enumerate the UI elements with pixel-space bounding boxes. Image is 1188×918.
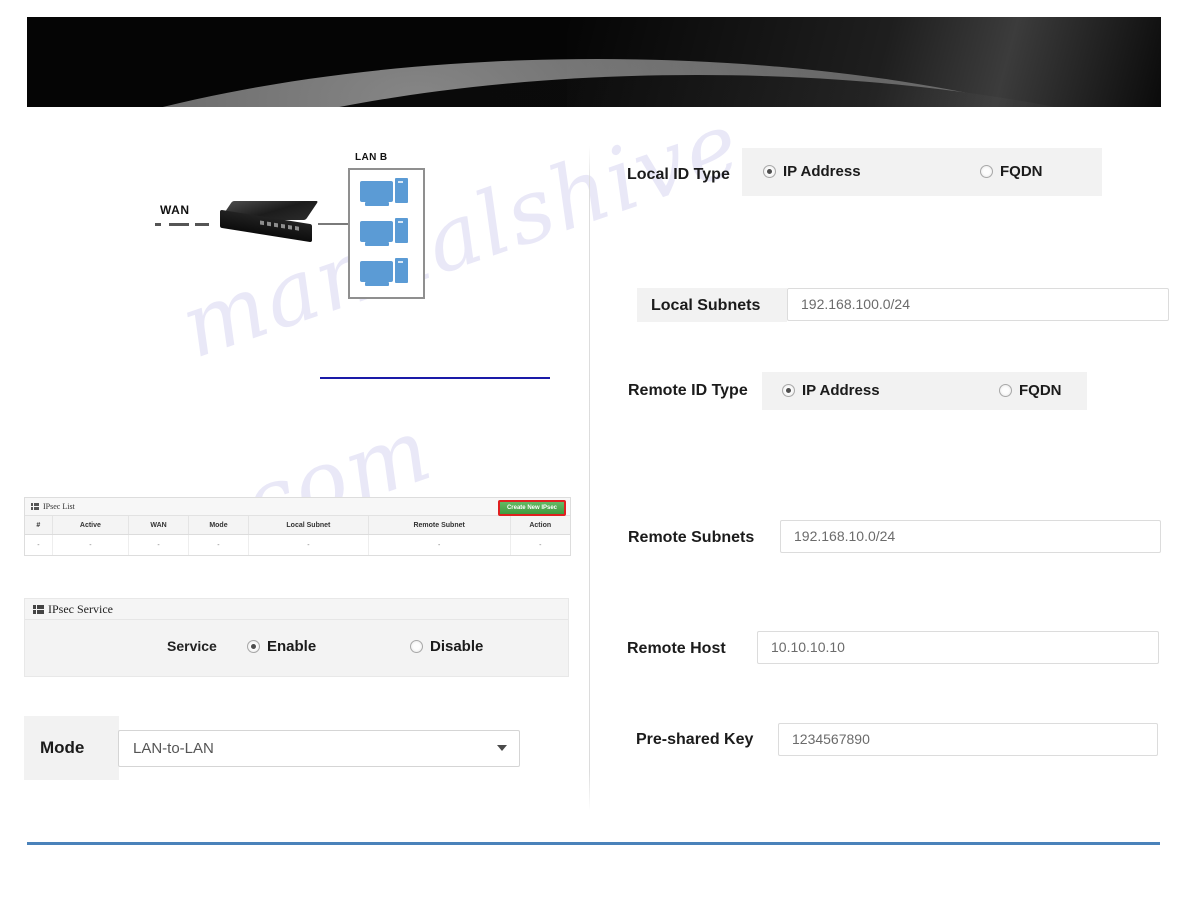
mode-selected-value: LAN-to-LAN <box>133 740 214 757</box>
grid-icon <box>33 604 44 614</box>
mode-label: Mode <box>40 738 85 757</box>
pre-shared-key-value: 1234567890 <box>792 731 870 747</box>
cell-local-subnet: - <box>248 534 369 555</box>
create-new-ipsec-button[interactable]: Create New IPsec <box>497 500 566 516</box>
page-root: manualshive .com WAN LAN B IPsec List Cr… <box>0 0 1188 918</box>
service-enable-label: Enable <box>267 638 317 655</box>
column-header-wan: WAN <box>128 516 189 535</box>
ipsec-service-title: IPsec Service <box>48 601 113 616</box>
remote-id-fqdn-label: FQDN <box>1019 382 1062 399</box>
chevron-down-icon <box>497 745 507 751</box>
service-radio-enable[interactable]: Enable <box>247 638 316 655</box>
pc-icon <box>360 258 408 290</box>
local-subnets-input[interactable]: 192.168.100.0/24 <box>787 288 1169 321</box>
service-label: Service <box>167 638 217 654</box>
remote-subnets-label: Remote Subnets <box>628 529 755 546</box>
lan-link-line <box>318 223 350 225</box>
cell-index: - <box>25 534 53 555</box>
pre-shared-key-label: Pre-shared Key <box>636 731 754 748</box>
radio-unselected-icon <box>980 165 993 178</box>
remote-host-label: Remote Host <box>627 640 726 657</box>
remote-id-ip-address-label: IP Address <box>802 382 880 399</box>
pre-shared-key-input[interactable]: 1234567890 <box>778 723 1158 756</box>
cell-remote-subnet: - <box>368 534 511 555</box>
radio-selected-icon <box>247 640 260 653</box>
mode-select[interactable]: LAN-to-LAN <box>118 730 520 767</box>
network-topology-diagram: WAN LAN B <box>150 152 570 355</box>
remote-subnets-value: 192.168.10.0/24 <box>794 528 896 544</box>
cell-wan: - <box>128 534 189 555</box>
remote-id-radio-ip-address[interactable]: IP Address <box>782 382 880 399</box>
local-id-ip-address-label: IP Address <box>783 163 861 180</box>
radio-unselected-icon <box>410 640 423 653</box>
cell-active: - <box>52 534 130 555</box>
wan-dashed-link-icon <box>155 223 213 226</box>
radio-unselected-icon <box>999 384 1012 397</box>
column-header-mode: Mode <box>188 516 249 535</box>
service-disable-label: Disable <box>430 638 484 655</box>
column-header-active: Active <box>52 516 130 535</box>
lan-b-label: LAN B <box>355 152 388 163</box>
ipsec-service-panel: IPsec Service Service Enable Disable <box>24 598 569 677</box>
ipsec-list-panel: IPsec List Create New IPsec # Active WAN… <box>24 497 571 556</box>
ipsec-list-title: IPsec List <box>43 502 75 511</box>
remote-subnets-input[interactable]: 192.168.10.0/24 <box>780 520 1161 553</box>
router-device-icon <box>219 201 319 243</box>
local-id-radio-ip-address[interactable]: IP Address <box>763 163 861 180</box>
remote-id-type-label: Remote ID Type <box>628 382 748 399</box>
local-id-type-label: Local ID Type <box>627 166 730 183</box>
radio-selected-icon <box>763 165 776 178</box>
product-banner-image <box>27 17 1161 107</box>
column-header-local-subnet: Local Subnet <box>248 516 369 535</box>
remote-id-radio-fqdn[interactable]: FQDN <box>999 382 1062 399</box>
column-header-index: # <box>25 516 53 535</box>
column-divider <box>589 146 590 811</box>
remote-host-input[interactable]: 10.10.10.10 <box>757 631 1159 664</box>
pc-icon <box>360 178 408 210</box>
ipsec-service-header: IPsec Service <box>25 599 568 620</box>
table-header-row: # Active WAN Mode Local Subnet Remote Su… <box>25 516 570 535</box>
cell-mode: - <box>188 534 249 555</box>
footer-rule <box>27 842 1160 845</box>
remote-host-value: 10.10.10.10 <box>771 639 845 655</box>
local-id-radio-fqdn[interactable]: FQDN <box>980 163 1043 180</box>
banner-glint <box>567 17 1161 107</box>
wan-label: WAN <box>160 203 190 217</box>
table-row[interactable]: - - - - - - - <box>25 534 570 555</box>
service-radio-disable[interactable]: Disable <box>410 638 483 655</box>
local-subnets-value: 192.168.100.0/24 <box>801 296 910 312</box>
ipsec-service-body: Service Enable Disable <box>25 620 568 676</box>
ipsec-list-table: # Active WAN Mode Local Subnet Remote Su… <box>25 516 570 555</box>
radio-selected-icon <box>782 384 795 397</box>
cell-action: - <box>510 534 570 555</box>
local-subnets-label: Local Subnets <box>651 297 761 314</box>
column-header-action: Action <box>510 516 570 535</box>
ipsec-list-header: IPsec List Create New IPsec <box>25 498 570 516</box>
local-id-fqdn-label: FQDN <box>1000 163 1043 180</box>
caption-underline <box>320 377 550 379</box>
grid-icon <box>31 503 39 510</box>
pc-icon <box>360 218 408 250</box>
column-header-remote-subnet: Remote Subnet <box>368 516 511 535</box>
